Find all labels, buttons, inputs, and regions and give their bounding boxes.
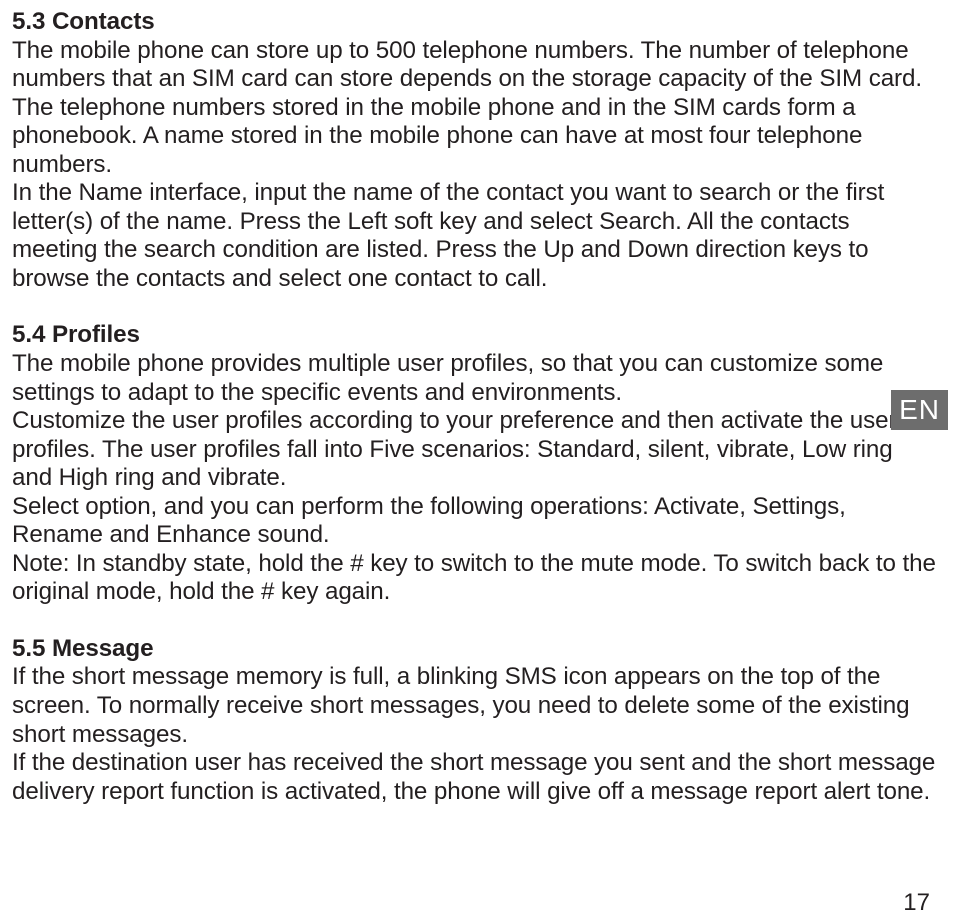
body-profiles: The mobile phone provides multiple user … — [12, 350, 936, 605]
section-gap — [12, 607, 936, 635]
heading-message: 5.5 Message — [12, 635, 153, 662]
heading-profiles: 5.4 Profiles — [12, 321, 140, 348]
page-number: 17 — [903, 889, 930, 917]
section-profiles: 5.4 Profiles The mobile phone provides m… — [12, 321, 936, 606]
section-contacts: 5.3 Contacts The mobile phone can store … — [12, 8, 936, 293]
body-contacts: The mobile phone can store up to 500 tel… — [12, 37, 922, 292]
heading-contacts: 5.3 Contacts — [12, 8, 155, 35]
section-message: 5.5 Message If the short message memory … — [12, 635, 936, 806]
manual-page: 5.3 Contacts The mobile phone can store … — [0, 0, 960, 806]
language-tab: EN — [891, 390, 948, 430]
section-gap — [12, 293, 936, 321]
body-message: If the short message memory is full, a b… — [12, 663, 935, 804]
